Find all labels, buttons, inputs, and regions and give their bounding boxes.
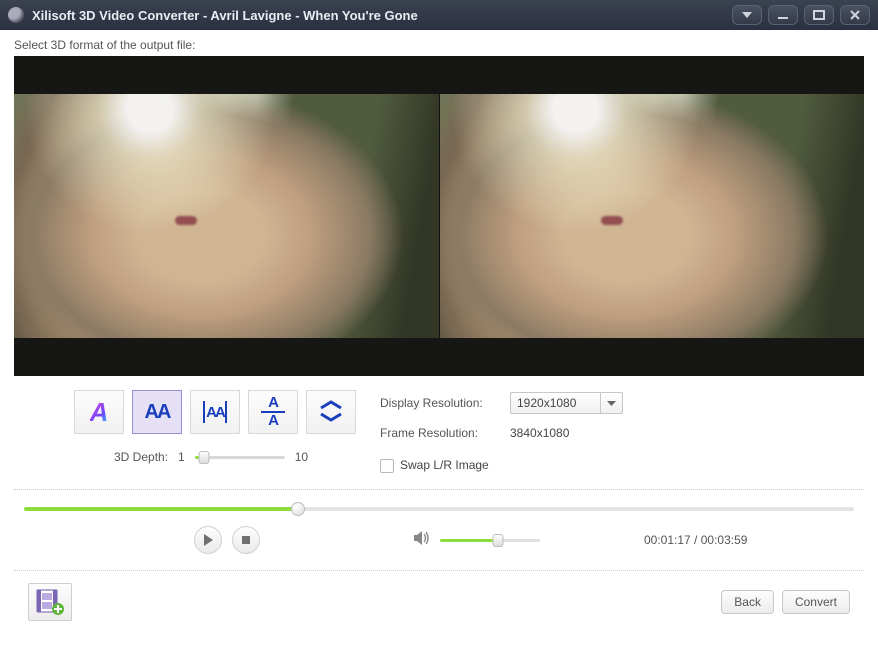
format-sbs-half-button[interactable]: AA bbox=[190, 390, 240, 434]
depth-label: 3D Depth: bbox=[114, 450, 168, 464]
title-bar: Xilisoft 3D Video Converter - Avril Lavi… bbox=[0, 0, 878, 30]
maximize-button[interactable] bbox=[804, 5, 834, 25]
time-display: 00:01:17 / 00:03:59 bbox=[644, 533, 747, 547]
minimize-button[interactable] bbox=[768, 5, 798, 25]
display-resolution-select[interactable]: 1920x1080 bbox=[510, 392, 623, 414]
add-file-button[interactable] bbox=[28, 583, 72, 621]
format-anaglyph-button[interactable]: A bbox=[74, 390, 124, 434]
depth-min: 1 bbox=[178, 450, 185, 464]
display-resolution-value: 1920x1080 bbox=[517, 396, 576, 410]
separator bbox=[14, 489, 864, 490]
preview-right-frame bbox=[440, 94, 865, 338]
playback-progress-slider[interactable] bbox=[24, 502, 854, 516]
depth-slider[interactable] bbox=[195, 450, 285, 464]
volume-slider[interactable] bbox=[440, 533, 540, 547]
format-hint-label: Select 3D format of the output file: bbox=[14, 38, 864, 52]
swap-lr-label: Swap L/R Image bbox=[400, 458, 489, 472]
stop-button[interactable] bbox=[232, 526, 260, 554]
video-preview bbox=[14, 56, 864, 376]
format-sbs-full-button[interactable]: AA bbox=[132, 390, 182, 434]
separator bbox=[14, 570, 864, 571]
depth-row: 3D Depth: 1 10 bbox=[74, 450, 356, 464]
depth-max: 10 bbox=[295, 450, 308, 464]
back-button[interactable]: Back bbox=[721, 590, 774, 614]
display-resolution-label: Display Resolution: bbox=[380, 396, 500, 410]
preview-left-frame bbox=[14, 94, 440, 338]
convert-button[interactable]: Convert bbox=[782, 590, 850, 614]
chevron-down-icon bbox=[600, 393, 622, 413]
close-button[interactable] bbox=[840, 5, 870, 25]
app-icon bbox=[8, 7, 24, 23]
window-title: Xilisoft 3D Video Converter - Avril Lavi… bbox=[32, 8, 418, 23]
volume-icon[interactable] bbox=[414, 531, 430, 548]
format-tb-button[interactable]: AA bbox=[248, 390, 298, 434]
play-button[interactable] bbox=[194, 526, 222, 554]
frame-resolution-label: Frame Resolution: bbox=[380, 426, 500, 440]
frame-resolution-value: 3840x1080 bbox=[510, 426, 569, 440]
swap-lr-checkbox[interactable]: Swap L/R Image bbox=[380, 458, 489, 473]
format-2d-button[interactable] bbox=[306, 390, 356, 434]
dropdown-button[interactable] bbox=[732, 5, 762, 25]
